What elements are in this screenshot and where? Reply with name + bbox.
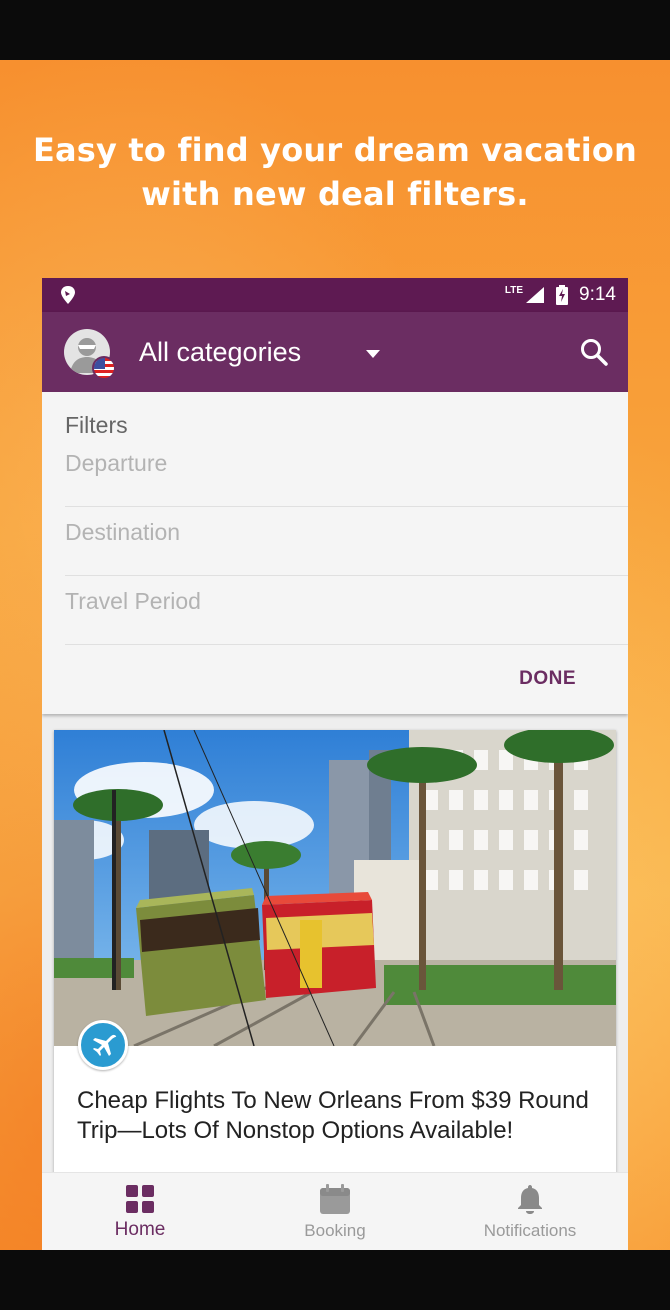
deal-card[interactable]: Cheap Flights To New Orleans From $39 Ro… xyxy=(54,730,616,1180)
travel-period-placeholder: Travel Period xyxy=(65,588,201,614)
us-flag-icon xyxy=(92,356,116,380)
status-indicators: LTE 9:14 xyxy=(505,284,616,306)
caret-down-icon[interactable] xyxy=(365,349,381,359)
done-button[interactable]: DONE xyxy=(519,668,576,690)
calendar-icon xyxy=(320,1184,350,1214)
top-black-bar xyxy=(0,0,670,60)
airplane-icon xyxy=(93,1034,117,1056)
bottom-navigation: Home Booking Notifications xyxy=(42,1172,628,1250)
promo-headline-line-2: with new deal filters. xyxy=(141,175,529,213)
category-selector-label[interactable]: All categories xyxy=(139,334,301,370)
status-time: 9:14 xyxy=(579,284,616,305)
departure-field[interactable]: Departure xyxy=(65,438,628,507)
signal-icon xyxy=(526,287,545,303)
location-pin-icon xyxy=(61,286,75,304)
travel-period-field[interactable]: Travel Period xyxy=(65,576,628,645)
status-bar: LTE 9:14 xyxy=(42,278,628,312)
destination-field[interactable]: Destination xyxy=(65,507,628,576)
app-bar: All categories xyxy=(42,312,628,392)
deal-title[interactable]: Cheap Flights To New Orleans From $39 Ro… xyxy=(77,1086,597,1146)
promo-headline-line-1: Easy to find your dream vacation xyxy=(32,131,638,169)
grid-icon xyxy=(126,1185,154,1213)
phone-screen: LTE 9:14 All categories Filters Departur… xyxy=(42,278,628,1250)
nav-item-notifications[interactable]: Notifications xyxy=(432,1173,628,1250)
nav-label-home: Home xyxy=(114,1219,166,1240)
network-type: LTE xyxy=(504,284,524,296)
filters-panel: Filters Departure Destination Travel Per… xyxy=(42,392,628,714)
promo-headline: Easy to find your dream vacation with ne… xyxy=(0,128,670,216)
nav-label-booking: Booking xyxy=(304,1221,366,1240)
battery-charging-icon xyxy=(556,285,569,305)
nav-label-notifications: Notifications xyxy=(483,1221,577,1240)
category-badge xyxy=(78,1020,128,1070)
departure-placeholder: Departure xyxy=(65,450,168,476)
nav-item-booking[interactable]: Booking xyxy=(237,1173,433,1250)
nav-item-home[interactable]: Home xyxy=(42,1173,238,1250)
destination-placeholder: Destination xyxy=(65,519,181,545)
bell-icon xyxy=(518,1185,542,1214)
search-icon[interactable] xyxy=(578,336,610,368)
bottom-black-bar xyxy=(0,1250,670,1310)
filters-heading: Filters xyxy=(65,412,128,438)
deal-image-streetcar xyxy=(54,730,616,1046)
